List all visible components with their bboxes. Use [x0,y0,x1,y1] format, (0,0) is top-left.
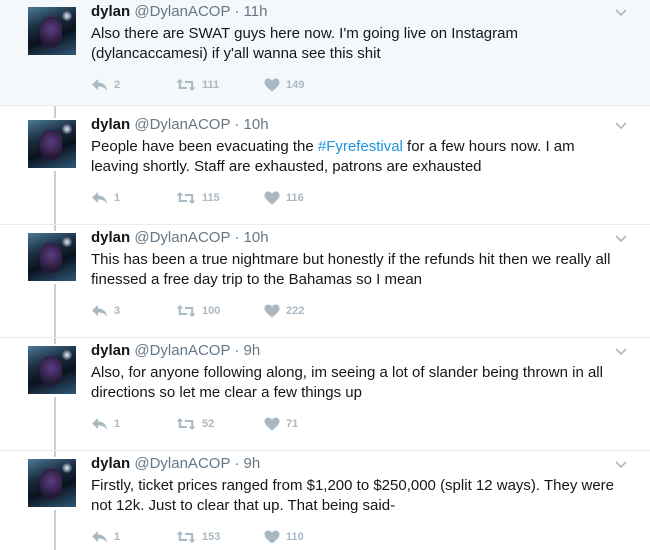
heart-icon [264,191,280,205]
tweet-header: dylan @DylanACOP · 10h [91,115,269,135]
tweet-text: People have been evacuating the #Fyrefes… [91,137,621,177]
retweet-button[interactable]: 52 [176,416,214,432]
retweet-count: 100 [202,304,221,317]
retweet-button[interactable]: 153 [176,529,220,545]
retweet-count: 153 [202,530,221,543]
like-count: 71 [286,417,299,430]
retweet-count: 115 [202,191,220,204]
tweet-text: Also there are SWAT guys here now. I'm g… [91,25,518,62]
tweet-text-part: People have been evacuating the [91,138,318,155]
author-handle[interactable]: @DylanACOP [134,3,230,20]
retweet-button[interactable]: 100 [176,303,220,319]
chevron-down-icon[interactable] [614,460,628,470]
tweet[interactable]: dylan @DylanACOP · 10h This has been a t… [0,226,650,338]
retweet-icon [176,191,196,204]
timestamp[interactable]: 10h [244,229,269,246]
reply-icon [92,530,107,543]
reply-button[interactable]: 3 [91,303,120,319]
retweet-icon [176,417,196,430]
author-name[interactable]: dylan [91,342,130,359]
tweet-header: dylan @DylanACOP · 9h [91,341,260,361]
like-button[interactable]: 71 [264,416,298,432]
retweet-icon [176,304,196,317]
tweet[interactable]: dylan @DylanACOP · 9h Also, for anyone f… [0,339,650,451]
tweet-header: dylan @DylanACOP · 10h [91,228,269,248]
reply-icon [92,191,107,204]
like-count: 116 [286,191,304,204]
heart-icon [264,530,280,544]
separator: · [234,3,240,20]
reply-count: 1 [114,530,121,543]
timestamp[interactable]: 10h [244,116,269,133]
avatar[interactable] [28,120,76,168]
author-name[interactable]: dylan [91,116,130,133]
like-button[interactable]: 149 [264,77,304,93]
separator: · [234,229,240,246]
heart-icon [264,78,280,92]
reply-count: 1 [114,191,121,204]
tweet-text: Firstly, ticket prices ranged from $1,20… [91,477,615,514]
avatar[interactable] [28,346,76,394]
avatar[interactable] [28,233,76,281]
retweet-icon [176,78,196,91]
chevron-down-icon[interactable] [614,121,628,131]
reply-button[interactable]: 1 [91,529,120,545]
retweet-button[interactable]: 115 [176,190,220,206]
reply-count: 1 [114,417,121,430]
tweet-text: This has been a true nightmare but hones… [91,251,611,288]
author-handle[interactable]: @DylanACOP [134,342,230,359]
reply-icon [92,304,107,317]
avatar[interactable] [28,459,76,507]
reply-button[interactable]: 1 [91,190,120,206]
tweet-header: dylan @DylanACOP · 11h [91,2,267,22]
timestamp[interactable]: 9h [244,342,261,359]
tweet[interactable]: dylan @DylanACOP · 11h Also there are SW… [0,0,650,106]
tweet-header: dylan @DylanACOP · 9h [91,454,260,474]
reply-button[interactable]: 1 [91,416,120,432]
retweet-button[interactable]: 111 [176,77,219,93]
retweet-icon [176,530,196,543]
tweet[interactable]: dylan @DylanACOP · 9h Firstly, ticket pr… [0,452,650,550]
timestamp[interactable]: 9h [244,455,261,472]
reply-icon [92,417,107,430]
author-name[interactable]: dylan [91,455,130,472]
heart-icon [264,417,280,431]
like-count: 222 [286,304,305,317]
separator: · [234,116,240,133]
reply-count: 2 [114,78,121,91]
like-count: 149 [286,78,305,91]
author-handle[interactable]: @DylanACOP [134,229,230,246]
author-name[interactable]: dylan [91,3,130,20]
like-button[interactable]: 116 [264,190,304,206]
timestamp[interactable]: 11h [244,3,268,20]
retweet-count: 111 [202,78,220,91]
chevron-down-icon[interactable] [614,234,628,244]
avatar[interactable] [28,7,76,55]
separator: · [234,455,240,472]
reply-icon [92,78,107,91]
like-button[interactable]: 110 [264,529,304,545]
reply-button[interactable]: 2 [91,77,120,93]
chevron-down-icon[interactable] [614,8,628,18]
separator: · [234,342,240,359]
heart-icon [264,304,280,318]
chevron-down-icon[interactable] [614,347,628,357]
like-button[interactable]: 222 [264,303,304,319]
reply-count: 3 [114,304,121,317]
author-handle[interactable]: @DylanACOP [134,116,230,133]
hashtag-link[interactable]: #Fyrefestival [318,138,403,155]
tweet-text: Also, for anyone following along, im see… [91,364,603,401]
retweet-count: 52 [202,417,215,430]
author-handle[interactable]: @DylanACOP [134,455,230,472]
tweet[interactable]: dylan @DylanACOP · 10h People have been … [0,113,650,225]
author-name[interactable]: dylan [91,229,130,246]
like-count: 110 [286,530,304,543]
